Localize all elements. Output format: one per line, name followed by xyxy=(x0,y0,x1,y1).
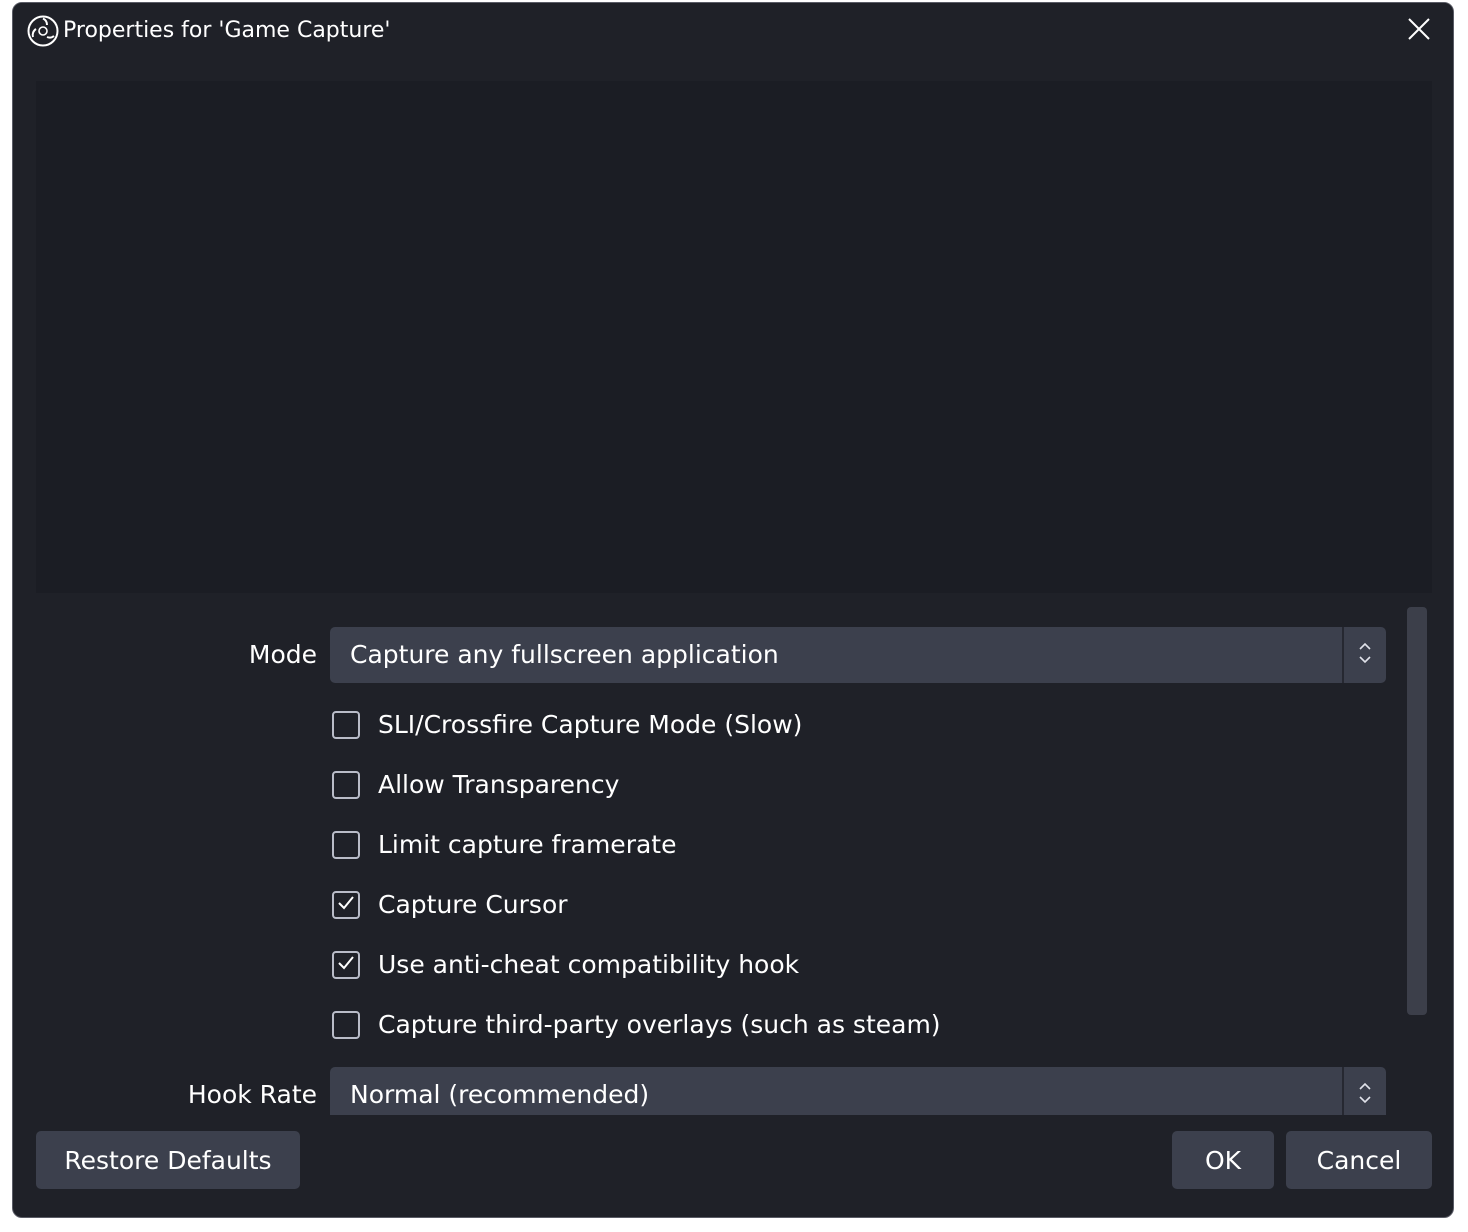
checkbox-sli-crossfire[interactable]: SLI/Crossfire Capture Mode (Slow) xyxy=(332,707,802,743)
mode-select-arrow[interactable] xyxy=(1342,627,1386,683)
properties-panel: Mode Capture any fullscreen application … xyxy=(36,607,1432,1115)
cancel-button[interactable]: Cancel xyxy=(1286,1131,1432,1189)
mode-select-value: Capture any fullscreen application xyxy=(350,640,779,669)
checkbox-capture-cursor[interactable]: Capture Cursor xyxy=(332,887,568,923)
up-down-chevron-icon xyxy=(1357,639,1373,671)
hook-rate-label: Hook Rate xyxy=(187,1080,317,1109)
checkmark-icon xyxy=(336,893,356,917)
checkbox-box[interactable] xyxy=(332,831,360,859)
checkbox-label: Capture Cursor xyxy=(378,890,568,919)
checkbox-label: Limit capture framerate xyxy=(378,830,677,859)
title-bar: Properties for 'Game Capture' xyxy=(13,3,1453,59)
checkbox-anti-cheat-hook[interactable]: Use anti-cheat compatibility hook xyxy=(332,947,799,983)
ok-button[interactable]: OK xyxy=(1172,1131,1274,1189)
properties-dialog: Properties for 'Game Capture' Mode Captu… xyxy=(12,2,1454,1218)
checkbox-third-party-overlays[interactable]: Capture third-party overlays (such as st… xyxy=(332,1007,941,1043)
hook-rate-select-value: Normal (recommended) xyxy=(350,1080,650,1109)
mode-select[interactable]: Capture any fullscreen application xyxy=(330,627,1386,683)
restore-defaults-button[interactable]: Restore Defaults xyxy=(36,1131,300,1189)
checkbox-label: SLI/Crossfire Capture Mode (Slow) xyxy=(378,710,803,739)
window-title: Properties for 'Game Capture' xyxy=(63,18,391,43)
close-button[interactable] xyxy=(1399,11,1439,51)
close-icon xyxy=(1407,17,1431,45)
checkbox-box[interactable] xyxy=(332,1011,360,1039)
hook-rate-select-arrow[interactable] xyxy=(1342,1067,1386,1115)
checkbox-label: Allow Transparency xyxy=(378,770,620,799)
mode-label: Mode xyxy=(248,640,317,669)
up-down-chevron-icon xyxy=(1357,1079,1373,1111)
checkbox-limit-framerate[interactable]: Limit capture framerate xyxy=(332,827,676,863)
checkbox-box[interactable] xyxy=(332,951,360,979)
checkbox-box[interactable] xyxy=(332,771,360,799)
checkbox-box[interactable] xyxy=(332,711,360,739)
obs-logo-icon xyxy=(27,15,59,47)
checkmark-icon xyxy=(336,953,356,977)
properties-scrollbar[interactable] xyxy=(1407,607,1427,1015)
checkbox-box[interactable] xyxy=(332,891,360,919)
source-preview xyxy=(36,81,1432,593)
checkbox-label: Capture third-party overlays (such as st… xyxy=(378,1010,941,1039)
checkbox-label: Use anti-cheat compatibility hook xyxy=(378,950,800,979)
hook-rate-select[interactable]: Normal (recommended) xyxy=(330,1067,1386,1115)
checkbox-allow-transparency[interactable]: Allow Transparency xyxy=(332,767,619,803)
